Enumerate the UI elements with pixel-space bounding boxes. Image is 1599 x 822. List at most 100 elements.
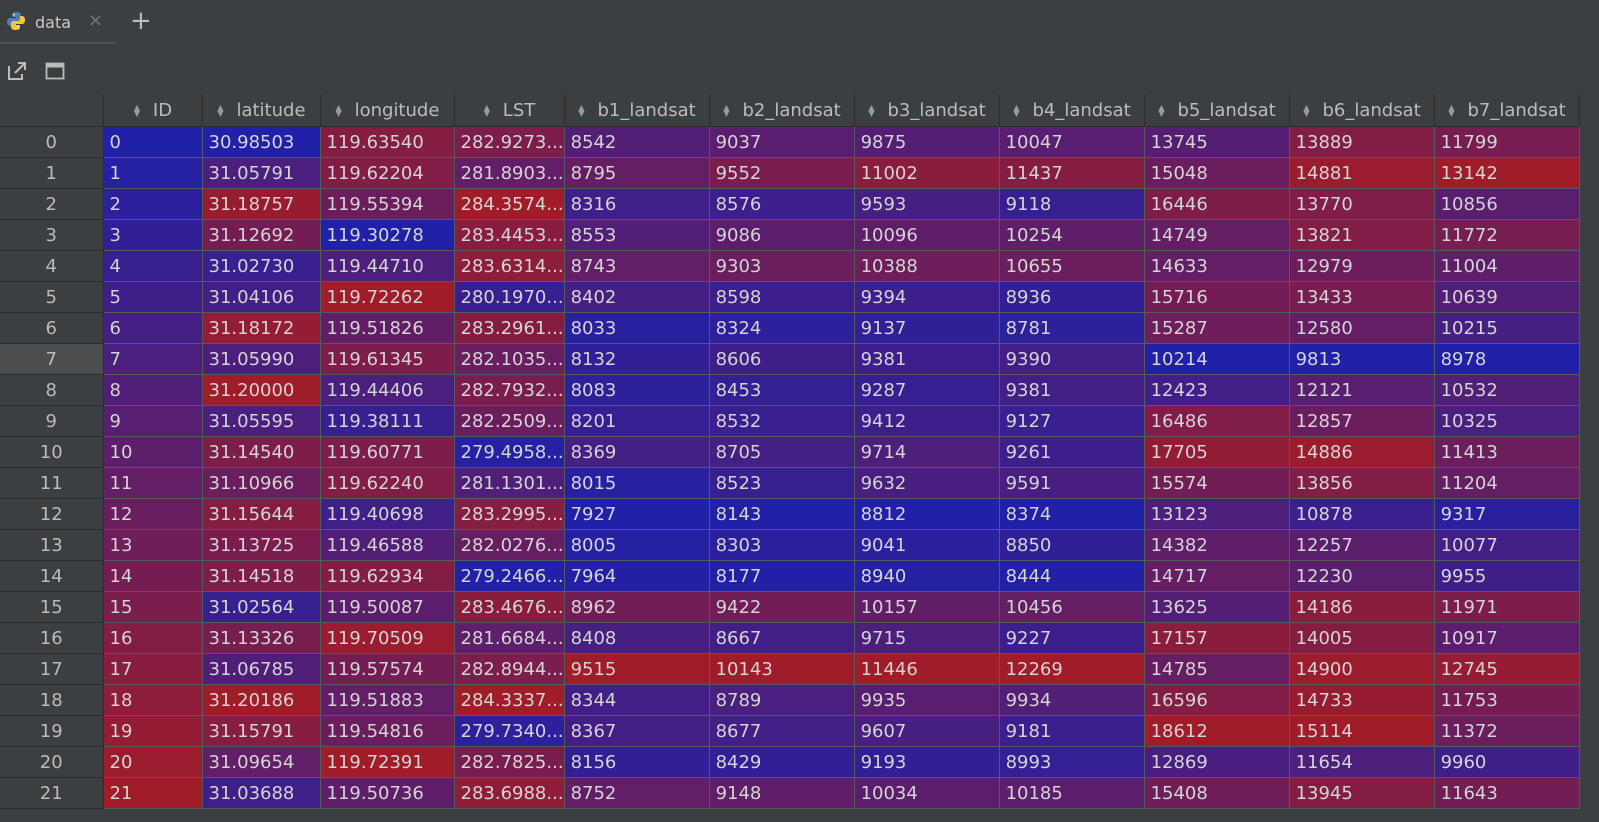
- table-cell[interactable]: 8303: [708, 529, 855, 561]
- table-cell[interactable]: 0: [102, 126, 203, 158]
- table-cell[interactable]: 16446: [1143, 188, 1290, 220]
- table-row[interactable]: 16 16 31.13326 119.70509 281.6684... 8408 8667…: [0, 622, 1580, 654]
- column-header-id[interactable]: ▲ ▼ ID: [103, 94, 203, 127]
- table-cell[interactable]: 119.51883: [319, 684, 455, 716]
- table-cell[interactable]: 12230: [1288, 560, 1435, 592]
- table-cell[interactable]: 8429: [708, 746, 855, 778]
- table-cell[interactable]: 11643: [1433, 777, 1580, 809]
- table-cell[interactable]: 14749: [1143, 219, 1290, 251]
- table-cell[interactable]: 284.3574...: [453, 188, 565, 220]
- table-cell[interactable]: 119.44710: [319, 250, 455, 282]
- table-cell[interactable]: 119.44406: [319, 374, 455, 406]
- table-cell[interactable]: 9303: [708, 250, 855, 282]
- table-cell[interactable]: 14785: [1143, 653, 1290, 685]
- table-cell[interactable]: 31.02564: [201, 591, 321, 623]
- table-row[interactable]: 7 7 31.05990 119.61345 282.1035... 8132 8606 93…: [0, 343, 1580, 375]
- table-row[interactable]: 14 14 31.14518 119.62934 279.2466... 7964 8177…: [0, 560, 1580, 592]
- table-cell[interactable]: 9813: [1288, 343, 1435, 375]
- table-cell[interactable]: 11204: [1433, 467, 1580, 499]
- sort-icon[interactable]: ▲ ▼: [1157, 103, 1165, 117]
- table-cell[interactable]: 9875: [853, 126, 1000, 158]
- table-cell[interactable]: 8015: [563, 467, 710, 499]
- table-cell[interactable]: 31.13725: [201, 529, 321, 561]
- table-cell[interactable]: 31.15791: [201, 715, 321, 747]
- table-cell[interactable]: 9317: [1433, 498, 1580, 530]
- close-tab-icon[interactable]: ×: [88, 10, 103, 31]
- table-row[interactable]: 17 17 31.06785 119.57574 282.8944... 9515 1014…: [0, 653, 1580, 685]
- sort-icon[interactable]: ▲ ▼: [335, 103, 343, 117]
- table-cell[interactable]: 9227: [998, 622, 1145, 654]
- table-cell[interactable]: 8812: [853, 498, 1000, 530]
- table-row[interactable]: 21 21 31.03688 119.50736 283.6988... 8752 9148…: [0, 777, 1580, 809]
- table-cell[interactable]: 9632: [853, 467, 1000, 499]
- table-cell[interactable]: 12869: [1143, 746, 1290, 778]
- table-cell[interactable]: 282.7825...: [453, 746, 565, 778]
- table-cell[interactable]: 14: [102, 560, 203, 592]
- table-cell[interactable]: 8453: [708, 374, 855, 406]
- column-header-b7-landsat[interactable]: ▲ ▼ b7_landsat: [1434, 94, 1580, 127]
- table-cell[interactable]: 10878: [1288, 498, 1435, 530]
- table-row[interactable]: 10 10 31.14540 119.60771 279.4958... 8369 8705…: [0, 436, 1580, 468]
- table-cell[interactable]: 8598: [708, 281, 855, 313]
- table-cell[interactable]: 119.54816: [319, 715, 455, 747]
- table-cell[interactable]: 9118: [998, 188, 1145, 220]
- table-cell[interactable]: 31.13326: [201, 622, 321, 654]
- table-cell[interactable]: 13889: [1288, 126, 1435, 158]
- table-cell[interactable]: 9193: [853, 746, 1000, 778]
- table-cell[interactable]: 10532: [1433, 374, 1580, 406]
- table-cell[interactable]: 8553: [563, 219, 710, 251]
- table-cell[interactable]: 10034: [853, 777, 1000, 809]
- table-cell[interactable]: 11004: [1433, 250, 1580, 282]
- table-cell[interactable]: 10185: [998, 777, 1145, 809]
- sort-icon[interactable]: ▲ ▼: [1447, 103, 1455, 117]
- table-cell[interactable]: 9381: [853, 343, 1000, 375]
- table-cell[interactable]: 8143: [708, 498, 855, 530]
- table-cell[interactable]: 2: [102, 188, 203, 220]
- table-cell[interactable]: 10456: [998, 591, 1145, 623]
- table-cell[interactable]: 283.4453...: [453, 219, 565, 251]
- table-cell[interactable]: 9181: [998, 715, 1145, 747]
- table-cell[interactable]: 8156: [563, 746, 710, 778]
- table-cell[interactable]: 9955: [1433, 560, 1580, 592]
- table-row[interactable]: 6 6 31.18172 119.51826 283.2961... 8033 8324 91…: [0, 312, 1580, 344]
- sort-icon[interactable]: ▲ ▼: [577, 103, 585, 117]
- table-row[interactable]: 3 3 31.12692 119.30278 283.4453... 8553 9086 10…: [0, 219, 1580, 251]
- table-cell[interactable]: 284.3337...: [453, 684, 565, 716]
- table-cell[interactable]: 119.70509: [319, 622, 455, 654]
- table-cell[interactable]: 10047: [998, 126, 1145, 158]
- tab-data[interactable]: data ×: [0, 0, 116, 44]
- table-cell[interactable]: 9287: [853, 374, 1000, 406]
- table-cell[interactable]: 13945: [1288, 777, 1435, 809]
- column-header-b3-landsat[interactable]: ▲ ▼ b3_landsat: [854, 94, 1000, 127]
- table-cell[interactable]: 14886: [1288, 436, 1435, 468]
- table-cell[interactable]: 30.98503: [201, 126, 321, 158]
- table-cell[interactable]: 31.06785: [201, 653, 321, 685]
- table-cell[interactable]: 279.4958...: [453, 436, 565, 468]
- table-cell[interactable]: 13123: [1143, 498, 1290, 530]
- table-cell[interactable]: 12580: [1288, 312, 1435, 344]
- table-cell[interactable]: 14633: [1143, 250, 1290, 282]
- column-header-b5-landsat[interactable]: ▲ ▼ b5_landsat: [1144, 94, 1290, 127]
- table-cell[interactable]: 9714: [853, 436, 1000, 468]
- table-cell[interactable]: 11654: [1288, 746, 1435, 778]
- table-cell[interactable]: 31.12692: [201, 219, 321, 251]
- table-cell[interactable]: 8743: [563, 250, 710, 282]
- table-cell[interactable]: 14382: [1143, 529, 1290, 561]
- table-cell[interactable]: 119.62240: [319, 467, 455, 499]
- table-row[interactable]: 4 4 31.02730 119.44710 283.6314... 8743 9303 10…: [0, 250, 1580, 282]
- table-cell[interactable]: 119.38111: [319, 405, 455, 437]
- table-row[interactable]: 9 9 31.05595 119.38111 282.2509... 8201 8532 94…: [0, 405, 1580, 437]
- table-cell[interactable]: 283.2995...: [453, 498, 565, 530]
- table-cell[interactable]: 8369: [563, 436, 710, 468]
- table-cell[interactable]: 119.50736: [319, 777, 455, 809]
- table-cell[interactable]: 8781: [998, 312, 1145, 344]
- table-cell[interactable]: 8677: [708, 715, 855, 747]
- table-cell[interactable]: 8132: [563, 343, 710, 375]
- table-cell[interactable]: 15: [102, 591, 203, 623]
- table-cell[interactable]: 9935: [853, 684, 1000, 716]
- table-cell[interactable]: 14733: [1288, 684, 1435, 716]
- table-cell[interactable]: 8374: [998, 498, 1145, 530]
- table-cell[interactable]: 20: [102, 746, 203, 778]
- table-cell[interactable]: 9137: [853, 312, 1000, 344]
- table-cell[interactable]: 31.20000: [201, 374, 321, 406]
